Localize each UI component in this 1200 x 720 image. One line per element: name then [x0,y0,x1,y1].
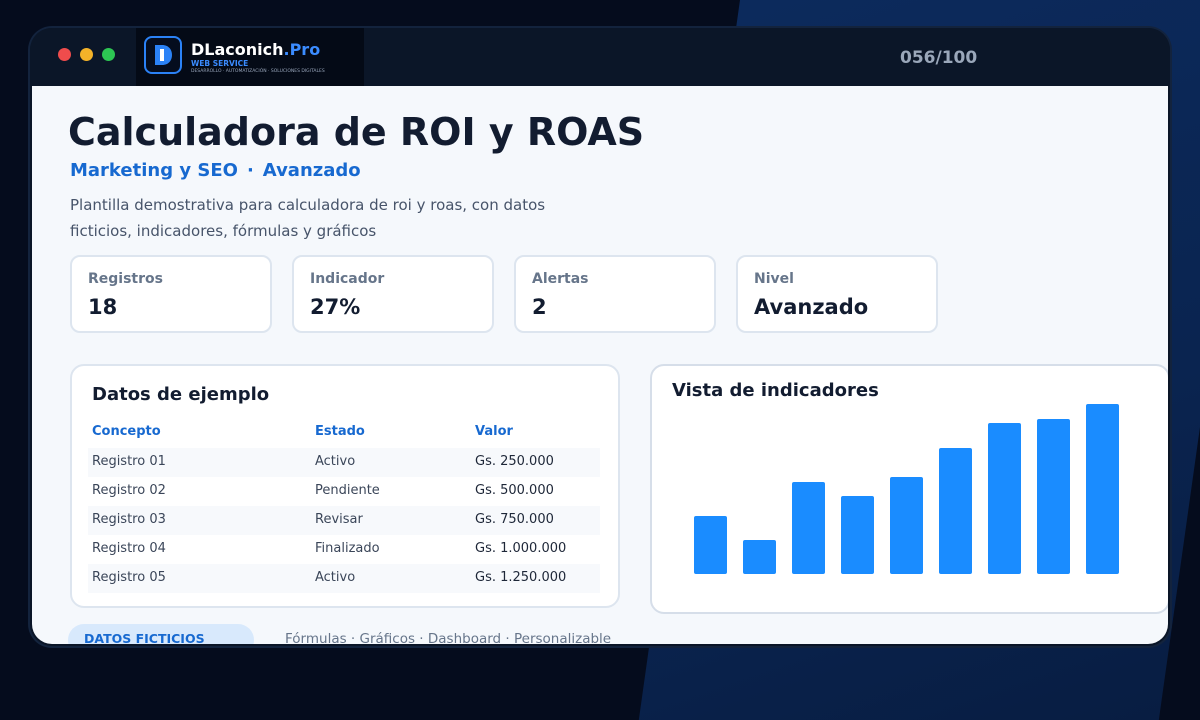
cell-concepto: Registro 03 [92,512,166,527]
brand-tagline: DESARROLLO · AUTOMATIZACIÓN · SOLUCIONES… [191,69,325,74]
page-title: Calculadora de ROI y ROAS [68,110,645,154]
table-row[interactable]: Registro 02 Pendiente Gs. 500.000 [88,477,600,506]
stat-label: Alertas [532,271,589,287]
close-window-button[interactable] [58,48,71,61]
subtitle-separator: · [246,160,254,181]
stat-card-nivel: Nivel Avanzado [736,255,938,333]
stat-label: Nivel [754,271,794,287]
brand-name: DLaconich.Pro [191,40,321,59]
stat-label: Indicador [310,271,385,287]
cell-valor: Gs. 250.000 [475,454,554,469]
app-window: DLaconich.Pro WEB SERVICE DESARROLLO · A… [30,28,1170,646]
page-counter: 056/100 [900,48,978,68]
cell-estado: Finalizado [315,541,380,556]
cell-valor: Gs. 1.000.000 [475,541,567,556]
badge-label: DATOS FICTICIOS [84,631,205,644]
stat-card-registros: Registros 18 [70,255,272,333]
chart-bar-4 [841,496,874,574]
title-bar: DLaconich.Pro WEB SERVICE DESARROLLO · A… [30,28,1170,86]
minimize-window-button[interactable] [80,48,93,61]
table-row[interactable]: Registro 01 Activo Gs. 250.000 [88,448,600,477]
cell-concepto: Registro 01 [92,454,166,469]
stat-card-alertas: Alertas 2 [514,255,716,333]
cell-valor: Gs. 1.250.000 [475,570,567,585]
fictional-data-badge: DATOS FICTICIOS [68,624,254,644]
column-header-estado[interactable]: Estado [315,424,365,439]
chart-bar-2 [743,540,776,574]
cell-estado: Activo [315,454,356,469]
stat-label: Registros [88,271,163,287]
chart-bar-1 [694,516,727,574]
table-title: Datos de ejemplo [92,384,270,405]
cell-estado: Activo [315,570,356,585]
stat-value: 2 [532,295,547,319]
cell-valor: Gs. 750.000 [475,512,554,527]
table-row[interactable]: Registro 03 Revisar Gs. 750.000 [88,506,600,535]
chart-bar-5 [890,477,923,574]
brand-subtitle: WEB SERVICE [191,59,249,68]
table-row[interactable]: Registro 04 Finalizado Gs. 1.000.000 [88,535,600,564]
sample-data-table: Datos de ejemplo Concepto Estado Valor R… [70,364,620,608]
table-row[interactable]: Registro 05 Activo Gs. 1.250.000 [88,564,600,593]
cell-concepto: Registro 04 [92,541,166,556]
indicators-bar-chart [694,404,1119,574]
chart-bar-9 [1086,404,1119,574]
stat-value: 18 [88,295,118,319]
column-header-concepto[interactable]: Concepto [92,424,161,439]
category-label: Marketing y SEO [70,160,238,181]
page-subtitle: Marketing y SEO · Avanzado [70,160,361,181]
stat-value: 27% [310,295,361,319]
chart-bar-3 [792,482,825,574]
brand-mark-icon [144,36,182,74]
stat-value: Avanzado [754,295,869,319]
indicators-chart-card: Vista de indicadores [650,364,1168,614]
chart-bar-8 [1037,419,1070,574]
page-description: Plantilla demostrativa para calculadora … [70,196,546,240]
column-header-valor[interactable]: Valor [475,424,513,439]
main-content: Calculadora de ROI y ROAS Marketing y SE… [32,86,1168,644]
features-footer-text: Fórmulas · Gráficos · Dashboard · Person… [285,631,612,644]
cell-valor: Gs. 500.000 [475,483,554,498]
cell-concepto: Registro 05 [92,570,166,585]
chart-bar-6 [939,448,972,574]
brand-logo: DLaconich.Pro WEB SERVICE DESARROLLO · A… [136,28,364,86]
maximize-window-button[interactable] [102,48,115,61]
cell-estado: Pendiente [315,483,380,498]
chart-bar-7 [988,423,1021,574]
level-label: Avanzado [262,160,361,181]
stat-card-indicador: Indicador 27% [292,255,494,333]
cell-estado: Revisar [315,512,363,527]
cell-concepto: Registro 02 [92,483,166,498]
